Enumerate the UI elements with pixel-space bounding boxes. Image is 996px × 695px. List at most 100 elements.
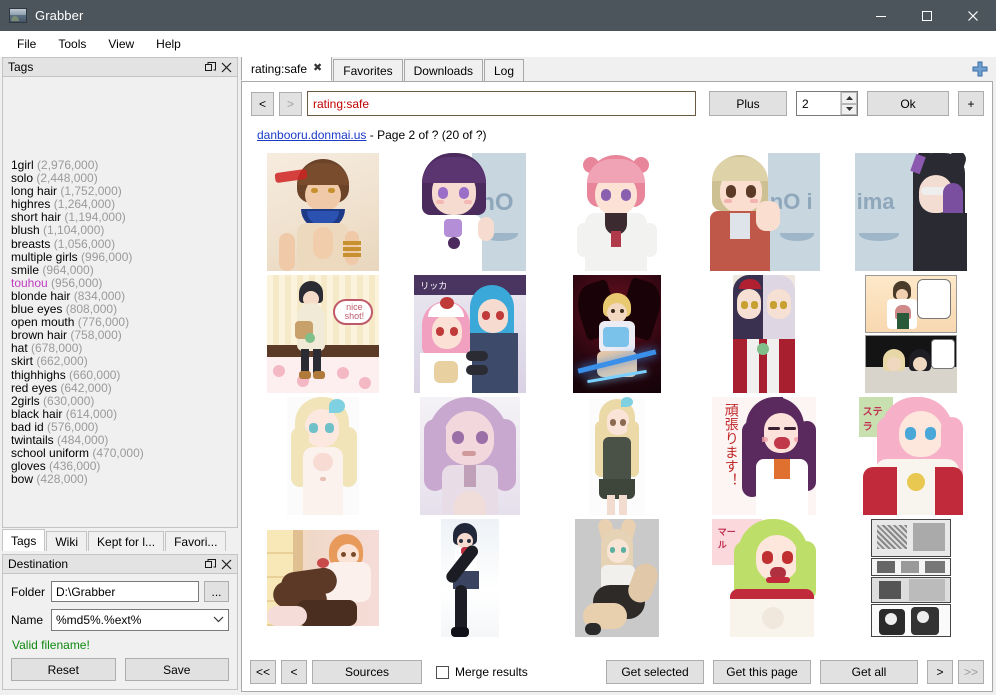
first-page-button[interactable]: << [250, 660, 276, 684]
get-selected-button[interactable]: Get selected [606, 660, 704, 684]
thumbnail-image[interactable] [267, 530, 380, 626]
thumbnail-image[interactable]: nO i [707, 153, 820, 271]
thumbnail-image[interactable]: 頑張ります！ [711, 397, 816, 515]
destination-float-icon[interactable] [202, 556, 218, 572]
result-thumbnail[interactable] [544, 273, 691, 395]
menu-view[interactable]: View [97, 33, 145, 55]
result-thumbnail[interactable] [250, 151, 397, 273]
sidebar-tab-favori[interactable]: Favori... [165, 531, 227, 551]
result-thumbnail[interactable] [250, 395, 397, 517]
thumb-detail [908, 579, 945, 601]
ok-button[interactable]: Ok [867, 91, 949, 116]
tags-float-icon[interactable] [202, 59, 218, 75]
thumb-detail [325, 423, 335, 433]
thumbnail-image[interactable]: ステラ [858, 397, 963, 515]
thumbnail-image[interactable] [574, 519, 659, 637]
search-prev-button[interactable]: < [251, 91, 274, 116]
maximize-icon[interactable] [904, 0, 950, 31]
folder-input[interactable]: D:\Grabber [51, 581, 199, 602]
stepper-down-icon[interactable] [841, 103, 857, 115]
thumbnail-image[interactable] [267, 153, 380, 271]
sources-button[interactable]: Sources [312, 660, 422, 684]
result-thumbnail[interactable] [544, 151, 691, 273]
thumbnail-image[interactable]: ima [854, 153, 967, 271]
result-thumbnail[interactable]: 頑張ります！ [690, 395, 837, 517]
next-page-button[interactable]: > [927, 660, 953, 684]
result-thumbnail[interactable]: マール [690, 517, 837, 639]
tab-downloads[interactable]: Downloads [403, 59, 483, 81]
tab-close-icon[interactable]: ✖ [313, 63, 322, 74]
search-next-button[interactable]: > [279, 91, 302, 116]
sidebar-tab-kept-for-l[interactable]: Kept for l... [88, 531, 165, 551]
prev-page-button[interactable]: < [281, 660, 307, 684]
sidebar-tab-tags[interactable]: Tags [2, 529, 46, 551]
save-button[interactable]: Save [124, 658, 229, 681]
thumbnail-image[interactable] [588, 397, 645, 515]
result-thumbnail[interactable]: nO i [690, 151, 837, 273]
thumbnail-image[interactable] [572, 275, 661, 393]
tag-row[interactable]: bow (428,000) [11, 473, 237, 486]
thumbnail-image[interactable] [441, 519, 500, 637]
get-all-button[interactable]: Get all [820, 660, 918, 684]
add-search-button[interactable]: + [958, 91, 984, 116]
menu-tools[interactable]: Tools [47, 33, 97, 55]
result-thumbnail[interactable] [837, 273, 984, 395]
result-thumbnail[interactable] [250, 517, 397, 639]
sidebar-tab-wiki[interactable]: Wiki [46, 531, 88, 551]
result-thumbnail[interactable] [837, 517, 984, 639]
plus-icon[interactable] [971, 60, 989, 78]
thumbnail-image[interactable]: マール [711, 519, 816, 637]
tag-count: (470,000) [89, 446, 144, 461]
result-thumbnail[interactable] [544, 517, 691, 639]
results-grid-wrapper[interactable]: nO nO i ima nice shot! リッカ頑張ります！ ステラ マール [242, 148, 992, 654]
thumbnail-image[interactable] [864, 275, 957, 393]
tab-log[interactable]: Log [484, 59, 525, 81]
tab-rating-safe[interactable]: rating:safe ✖ [241, 57, 333, 81]
thumbnail-image[interactable] [560, 153, 673, 271]
result-thumbnail[interactable]: リッカ [397, 273, 544, 395]
thumbnail-image[interactable]: nO [414, 153, 527, 271]
get-this-page-button[interactable]: Get this page [713, 660, 811, 684]
thumb-detail [864, 367, 957, 393]
browse-folder-button[interactable]: ... [204, 581, 229, 602]
thumbnail-image[interactable] [420, 397, 521, 515]
result-thumbnail[interactable] [397, 395, 544, 517]
plus-button[interactable]: Plus [709, 91, 787, 116]
merge-results-checkbox[interactable]: Merge results [436, 665, 528, 679]
result-thumbnail[interactable] [544, 395, 691, 517]
last-page-button[interactable]: >> [958, 660, 984, 684]
result-thumbnail[interactable]: ステラ [837, 395, 984, 517]
thumbnail-image[interactable] [870, 519, 951, 637]
stepper-up-icon[interactable] [841, 92, 857, 104]
destination-close-icon[interactable] [218, 556, 234, 572]
tag-name: gloves [11, 459, 46, 474]
thumb-detail [434, 361, 459, 383]
reset-button[interactable]: Reset [11, 658, 116, 681]
filename-combo[interactable]: %md5%.%ext% [51, 609, 229, 631]
result-thumbnail[interactable]: nice shot! [250, 273, 397, 395]
thumb-detail [912, 213, 967, 271]
close-icon[interactable] [950, 0, 996, 31]
tab-favorites[interactable]: Favorites [333, 59, 403, 81]
menu-help[interactable]: Help [145, 33, 192, 55]
thumbnail-image[interactable] [287, 397, 360, 515]
tag-name: breasts [11, 236, 51, 251]
thumbnail-image[interactable]: リッカ [414, 275, 527, 393]
page-count-stepper[interactable]: 2 [796, 91, 858, 116]
search-input[interactable]: rating:safe [307, 91, 696, 116]
result-thumbnail[interactable]: ima [837, 151, 984, 273]
result-thumbnail[interactable] [690, 273, 837, 395]
tag-count: (1,264,000) [50, 197, 116, 212]
checkbox-box[interactable] [436, 665, 449, 679]
menu-file[interactable]: File [6, 33, 47, 55]
thumbnail-image[interactable] [732, 275, 795, 393]
thumb-detail [767, 427, 780, 430]
page-count-value[interactable]: 2 [797, 92, 840, 115]
result-thumbnail[interactable]: nO [397, 151, 544, 273]
source-link[interactable]: danbooru.donmai.us [257, 128, 366, 142]
minimize-icon[interactable] [858, 0, 904, 31]
thumbnail-image[interactable]: nice shot! [267, 275, 380, 393]
tags-panel[interactable]: 1girl (2,976,000) solo (2,448,000) long ha… [2, 76, 238, 528]
result-thumbnail[interactable] [397, 517, 544, 639]
tags-close-icon[interactable] [218, 59, 234, 75]
